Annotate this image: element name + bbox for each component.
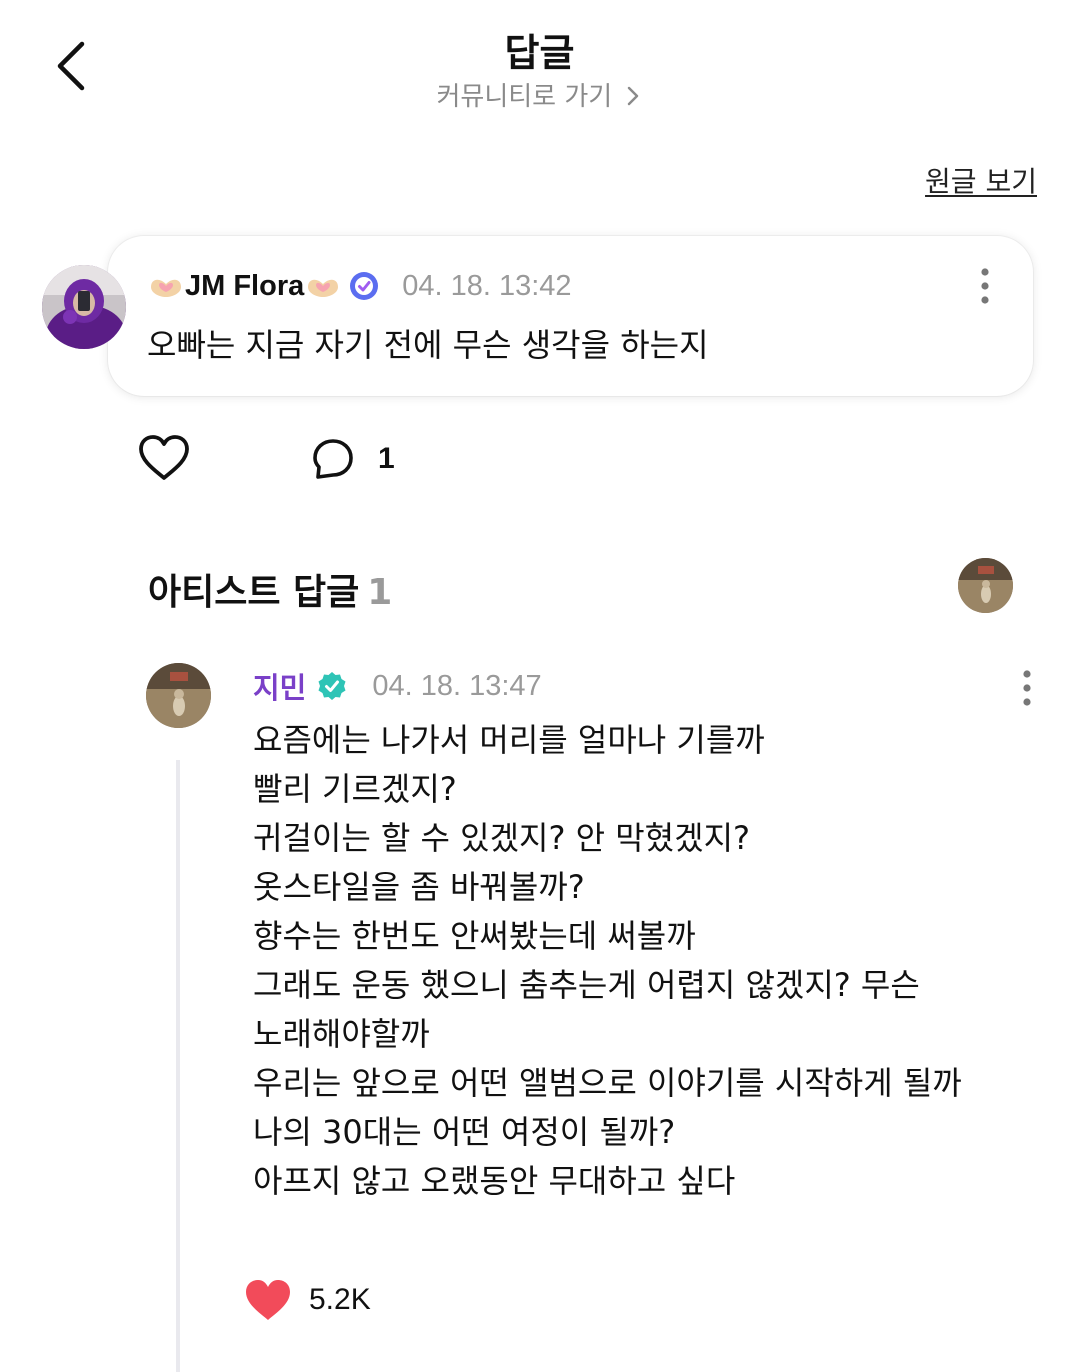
fan-comment-card <box>108 236 1033 396</box>
artist-like-count: 5.2K <box>309 1283 371 1316</box>
reply-line: 우리는 앞으로 어떤 앨범으로 이야기를 시작하게 될까 <box>253 1064 962 1102</box>
reply-line: 요즘에는 나가서 머리를 얼마나 기를까 <box>253 721 765 759</box>
artist-replies-count: 1 <box>367 572 393 613</box>
fan-comment-date: 04. 18. 13:42 <box>402 269 572 302</box>
artist-filter-avatar-image <box>958 558 1013 613</box>
artist-reply-text: 요즘에는 나가서 머리를 얼마나 기를까 빨리 기르겠지? 귀걸이는 할 수 있… <box>253 716 1043 1206</box>
page-title: 답글 <box>504 31 575 75</box>
fan-more-button[interactable] <box>970 264 1000 308</box>
like-button[interactable] <box>136 432 192 484</box>
reply-line: 귀걸이는 할 수 있겠지? 안 막혔겠지? <box>253 819 750 857</box>
finger-heart-icon <box>308 279 339 297</box>
reply-line: 나의 30대는 어떤 여정이 될까? <box>253 1113 676 1151</box>
view-original-link[interactable]: 원글 보기 <box>925 160 1037 200</box>
artist-more-button[interactable] <box>1012 666 1042 710</box>
fan-author-name[interactable]: JM Flora <box>185 270 304 303</box>
artist-reply-date: 04. 18. 13:47 <box>372 669 542 702</box>
more-vertical-icon <box>981 268 989 304</box>
reply-line: 그래도 운동 했으니 춤추는게 어렵지 않겠지? 무슨 <box>253 966 920 1004</box>
finger-heart-icon <box>151 279 181 297</box>
artist-author-name[interactable]: 지민 <box>253 665 306 707</box>
reply-line: 아프지 않고 오랬동안 무대하고 싶다 <box>253 1162 736 1200</box>
artist-replies-heading: 아티스트 답글 1 <box>148 563 392 615</box>
reply-line: 노래해야할까 <box>253 1015 430 1053</box>
artist-filter-avatar[interactable] <box>958 558 1013 613</box>
reply-line: 옷스타일을 좀 바꿔볼까? <box>253 868 585 906</box>
verified-badge-icon <box>350 272 379 300</box>
fan-comment-text: 오빠는 지금 자기 전에 무슨 생각을 하는지 <box>147 326 709 364</box>
artist-name-row: 지민 04. 18. 13:47 <box>253 666 542 706</box>
artist-like-button[interactable]: 5.2K <box>243 1274 371 1326</box>
artist-replies-label: 아티스트 답글 <box>148 572 360 613</box>
reply-line: 향수는 한번도 안써봤는데 써볼까 <box>253 917 696 955</box>
reply-button[interactable]: 1 <box>310 434 395 484</box>
artist-verified-badge-icon <box>318 672 346 700</box>
fan-avatar[interactable] <box>42 265 126 349</box>
community-link[interactable]: 커뮤니티로 가기 <box>0 76 1079 113</box>
artist-avatar-image <box>146 663 211 728</box>
speech-bubble-icon <box>313 439 353 479</box>
more-vertical-icon <box>1023 670 1031 706</box>
chevron-right-icon <box>628 86 639 106</box>
thread-line <box>176 760 180 1372</box>
heart-filled-icon <box>246 1280 290 1320</box>
community-link-label: 커뮤니티로 가기 <box>436 82 613 112</box>
heart-outline-icon <box>139 435 189 480</box>
fan-name-row: JM Flora 04. 18. 13:42 <box>147 266 572 306</box>
fan-avatar-image <box>42 265 126 349</box>
artist-avatar[interactable] <box>146 663 211 728</box>
reply-line: 빨리 기르겠지? <box>253 770 457 808</box>
reply-count: 1 <box>378 442 395 475</box>
